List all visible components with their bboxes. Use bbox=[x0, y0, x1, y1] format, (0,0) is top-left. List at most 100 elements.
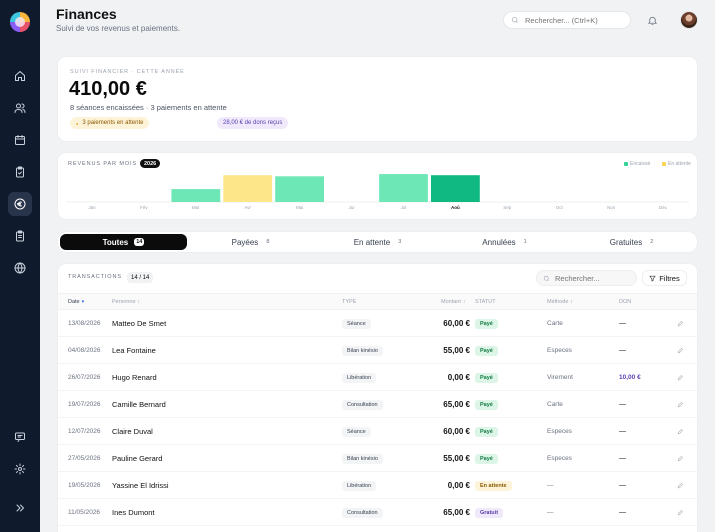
filters-button[interactable]: Filtres bbox=[642, 270, 687, 286]
row-amount: 60,00 € bbox=[443, 427, 470, 436]
row-type: Bilan kinésio bbox=[342, 445, 383, 472]
tab-payees[interactable]: Payées 8 bbox=[187, 234, 314, 250]
row-type: Libération bbox=[342, 364, 377, 391]
row-person[interactable]: Pauline Gerard bbox=[112, 445, 162, 472]
global-search[interactable] bbox=[503, 11, 631, 29]
col-person[interactable]: Personne ↕ bbox=[112, 299, 140, 305]
users-icon bbox=[14, 103, 26, 113]
row-person[interactable]: Camille Bernard bbox=[112, 391, 166, 418]
bar-mai-encaisse[interactable] bbox=[275, 176, 324, 202]
notifications-button[interactable] bbox=[647, 13, 659, 26]
row-method: Especes bbox=[547, 428, 572, 435]
row-method: Especes bbox=[547, 347, 572, 354]
status-badge: Payé bbox=[475, 426, 498, 437]
collapse-icon bbox=[16, 504, 24, 512]
monthly-revenue-chart: REVENUS PAR MOIS 2026 Encaissé En attent… bbox=[58, 153, 697, 219]
table-row[interactable]: 26/07/2026 Hugo Renard Libération 0,00 € Pay… bbox=[58, 364, 697, 391]
pencil-icon bbox=[677, 402, 683, 408]
table-row[interactable]: 19/05/2026 Yassine El Idrissi Libération 0,… bbox=[58, 472, 697, 499]
collapse-sidebar-button[interactable] bbox=[8, 496, 32, 520]
tab-label: Payées bbox=[231, 237, 259, 247]
row-status: Payé bbox=[475, 310, 498, 337]
nav-tasks[interactable] bbox=[8, 160, 32, 184]
col-amount[interactable]: Montant ↕ bbox=[441, 299, 465, 305]
pending-payments-pill[interactable]: 3 paiements en attente bbox=[70, 117, 150, 129]
row-person[interactable]: Lea Fontaine bbox=[112, 337, 156, 364]
x-tick-label: Fév bbox=[140, 205, 148, 210]
col-method-label: Méthode bbox=[547, 299, 569, 305]
col-person-label: Personne bbox=[112, 299, 136, 305]
nav-website[interactable] bbox=[8, 256, 32, 280]
nav-patients[interactable] bbox=[8, 96, 32, 120]
bar-aoû-encaisse[interactable] bbox=[431, 175, 480, 202]
tab-label: Toutes bbox=[102, 237, 129, 247]
row-type: Consultation bbox=[342, 499, 383, 526]
row-person[interactable]: Yassine El Idrissi bbox=[112, 472, 169, 499]
col-date[interactable]: Date ▾ bbox=[68, 299, 84, 305]
edit-button[interactable] bbox=[677, 499, 684, 526]
nav-settings[interactable] bbox=[8, 457, 32, 481]
table-row[interactable]: 19/07/2026 Camille Bernard Consultation 65,… bbox=[58, 391, 697, 418]
transactions-search-input[interactable] bbox=[555, 273, 635, 283]
col-date-label: Date bbox=[68, 299, 80, 305]
status-badge: Payé bbox=[475, 453, 498, 464]
edit-button[interactable] bbox=[677, 310, 684, 337]
col-don: DON bbox=[619, 299, 632, 305]
status-badge: Payé bbox=[475, 372, 498, 383]
row-don: 10,00 € bbox=[619, 374, 641, 381]
table-row[interactable]: 12/07/2026 Claire Duval Séance 60,00 € Payé E… bbox=[58, 418, 697, 445]
table-row[interactable]: 04/08/2026 Lea Fontaine Bilan kinésio 55,00… bbox=[58, 337, 697, 364]
app-logo[interactable] bbox=[10, 12, 30, 32]
bar-jul-encaisse[interactable] bbox=[379, 174, 428, 202]
row-person[interactable]: Hugo Renard bbox=[112, 364, 157, 391]
tab-count: 14 bbox=[134, 238, 145, 246]
transactions-search[interactable] bbox=[536, 270, 637, 286]
x-tick-label: Sep bbox=[503, 205, 512, 210]
nav-messages[interactable] bbox=[8, 425, 32, 449]
user-avatar[interactable] bbox=[680, 11, 698, 29]
edit-button[interactable] bbox=[677, 445, 684, 472]
row-person[interactable]: Claire Duval bbox=[112, 418, 153, 445]
tab-en-attente[interactable]: En attente 3 bbox=[314, 234, 441, 250]
col-method[interactable]: Méthode ↕ bbox=[547, 299, 573, 305]
clipboard-list-icon bbox=[16, 230, 24, 242]
nav-home[interactable] bbox=[8, 64, 32, 88]
global-search-input[interactable] bbox=[525, 15, 625, 25]
tab-gratuites[interactable]: Gratuites 2 bbox=[568, 234, 695, 250]
table-row[interactable]: 13/08/2026 Matteo De Smet Séance 60,00 € Pay… bbox=[58, 310, 697, 337]
row-date: 19/05/2026 bbox=[68, 482, 101, 489]
globe-icon bbox=[14, 262, 26, 274]
x-tick-label: Jul bbox=[401, 205, 407, 210]
col-type: TYPE bbox=[342, 299, 357, 305]
row-method: Carte bbox=[547, 401, 563, 408]
edit-button[interactable] bbox=[677, 418, 684, 445]
sidebar bbox=[0, 0, 40, 532]
row-date: 04/08/2026 bbox=[68, 347, 101, 354]
row-person[interactable]: Ines Dumont bbox=[112, 499, 155, 526]
table-row[interactable]: 11/05/2026 Ines Dumont Consultation 65,00 €… bbox=[58, 499, 697, 526]
x-tick-label: Mai bbox=[296, 205, 303, 210]
row-date: 27/05/2026 bbox=[68, 455, 101, 462]
edit-button[interactable] bbox=[677, 337, 684, 364]
transactions-card: TRANSACTIONS 14 / 14 Filtres Date▾ Perso… bbox=[58, 264, 697, 532]
type-badge: Séance bbox=[342, 426, 371, 437]
bar-mar-encaisse[interactable] bbox=[171, 189, 221, 202]
tab-annulees[interactable]: Annulées 1 bbox=[441, 234, 568, 250]
tab-toutes[interactable]: Toutes 14 bbox=[60, 234, 187, 250]
bar-avr-attente[interactable] bbox=[223, 175, 273, 202]
table-row[interactable]: 27/05/2026 Pauline Gerard Bilan kinésio 55,… bbox=[58, 445, 697, 472]
row-person[interactable]: Matteo De Smet bbox=[112, 310, 166, 337]
row-status: En attente bbox=[475, 472, 512, 499]
edit-button[interactable] bbox=[677, 364, 684, 391]
x-tick-label: Mar bbox=[192, 205, 200, 210]
nav-finances[interactable] bbox=[8, 192, 32, 216]
edit-button[interactable] bbox=[677, 391, 684, 418]
row-don: — bbox=[619, 455, 626, 462]
nav-calendar[interactable] bbox=[8, 128, 32, 152]
nav-reports[interactable] bbox=[8, 224, 32, 248]
table-header: Date ▾ Personne ↕ TYPE Montant ↕ STATUT Mét… bbox=[58, 293, 697, 310]
row-amount: 60,00 € bbox=[443, 319, 470, 328]
donations-pill[interactable]: 28,00 € de dons reçus bbox=[217, 117, 289, 129]
row-date: 12/07/2026 bbox=[68, 428, 101, 435]
edit-button[interactable] bbox=[677, 472, 684, 499]
